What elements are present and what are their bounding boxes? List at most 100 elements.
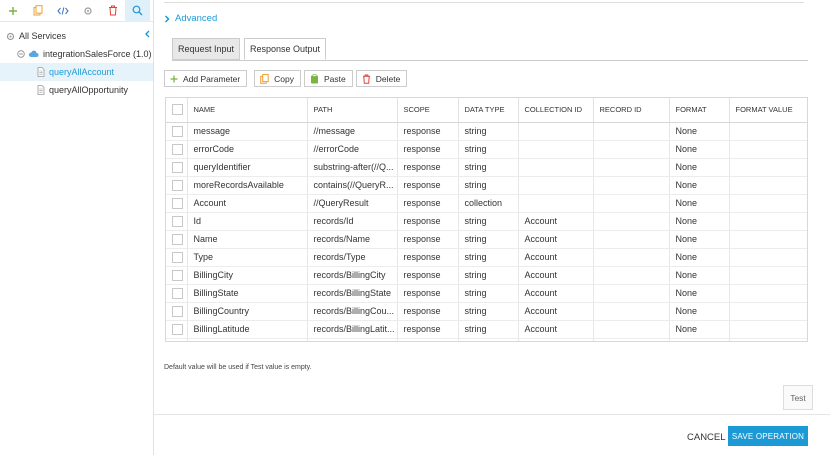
table-cell[interactable]: string bbox=[458, 230, 519, 249]
table-cell[interactable] bbox=[669, 338, 730, 341]
table-cell[interactable]: records/BillingCity bbox=[307, 266, 398, 285]
save-operation-button[interactable]: SAVE OPERATION bbox=[728, 426, 808, 446]
row-checkbox[interactable] bbox=[172, 161, 183, 173]
delete-button[interactable]: Delete bbox=[355, 70, 408, 87]
table-cell[interactable]: None bbox=[669, 158, 730, 177]
table-cell[interactable] bbox=[518, 140, 594, 159]
tab-response-output[interactable]: Response Output bbox=[244, 38, 326, 60]
row-checkbox[interactable] bbox=[172, 125, 183, 137]
table-cell[interactable] bbox=[593, 266, 670, 285]
table-cell[interactable] bbox=[593, 248, 670, 267]
code-button[interactable] bbox=[50, 0, 75, 22]
table-cell[interactable]: None bbox=[669, 248, 730, 267]
table-cell[interactable]: BillingLatitude bbox=[187, 320, 308, 339]
table-cell[interactable]: Account bbox=[187, 194, 308, 213]
table-cell[interactable] bbox=[307, 338, 398, 341]
table-row[interactable]: Account//QueryResult response collection No… bbox=[166, 194, 807, 213]
table-cell[interactable]: string bbox=[458, 284, 519, 303]
table-cell[interactable]: records/BillingLatit... bbox=[307, 320, 398, 339]
table-cell[interactable] bbox=[593, 194, 670, 213]
row-checkbox[interactable] bbox=[172, 179, 183, 191]
table-row[interactable]: BillingState records/BillingState response… bbox=[166, 284, 807, 303]
search-button[interactable] bbox=[125, 0, 150, 22]
table-cell[interactable]: string bbox=[458, 140, 519, 159]
row-checkbox[interactable] bbox=[172, 269, 183, 281]
table-cell[interactable]: Account bbox=[518, 248, 594, 267]
table-cell[interactable]: records/BillingState bbox=[307, 284, 398, 303]
table-cell[interactable]: None bbox=[669, 230, 730, 249]
tree-item-all-services[interactable]: All Services bbox=[0, 27, 153, 45]
table-row[interactable]: message//message response string None bbox=[166, 122, 807, 141]
table-cell[interactable]: Type bbox=[187, 248, 308, 267]
table-cell[interactable]: response bbox=[397, 320, 459, 339]
column-header[interactable]: COLLECTION ID bbox=[518, 98, 594, 123]
select-all-checkbox[interactable] bbox=[172, 104, 183, 116]
copy-button[interactable] bbox=[25, 0, 50, 22]
table-cell[interactable]: records/Type bbox=[307, 248, 398, 267]
advanced-toggle[interactable]: Advanced bbox=[164, 13, 217, 24]
table-cell[interactable]: string bbox=[458, 248, 519, 267]
table-cell[interactable]: records/Id bbox=[307, 212, 398, 231]
table-cell[interactable] bbox=[593, 320, 670, 339]
table-cell[interactable] bbox=[729, 230, 807, 249]
table-cell[interactable] bbox=[729, 284, 807, 303]
table-cell[interactable]: string bbox=[458, 176, 519, 195]
collapse-sidebar-button[interactable] bbox=[144, 30, 151, 40]
row-checkbox[interactable] bbox=[172, 233, 183, 245]
table-cell[interactable] bbox=[187, 338, 308, 341]
table-cell[interactable] bbox=[397, 338, 459, 341]
table-cell[interactable] bbox=[729, 302, 807, 321]
table-cell[interactable]: BillingCity bbox=[187, 266, 308, 285]
table-cell[interactable]: records/BillingCou... bbox=[307, 302, 398, 321]
column-header[interactable]: PATH bbox=[307, 98, 398, 123]
table-cell[interactable] bbox=[518, 194, 594, 213]
table-cell[interactable]: Id bbox=[187, 212, 308, 231]
column-header[interactable]: FORMAT bbox=[669, 98, 730, 123]
row-checkbox[interactable] bbox=[172, 287, 183, 299]
table-cell[interactable]: moreRecordsAvailable bbox=[187, 176, 308, 195]
table-cell[interactable] bbox=[729, 320, 807, 339]
tree-item-integration-salesforce[interactable]: integrationSalesForce (1.0) bbox=[0, 45, 153, 63]
table-cell[interactable] bbox=[729, 176, 807, 195]
table-cell[interactable]: collection bbox=[458, 194, 519, 213]
table-cell[interactable]: response bbox=[397, 122, 459, 141]
table-cell[interactable]: string bbox=[458, 266, 519, 285]
table-cell[interactable]: string bbox=[458, 302, 519, 321]
table-cell[interactable]: None bbox=[669, 122, 730, 141]
table-cell[interactable] bbox=[729, 212, 807, 231]
table-cell[interactable]: None bbox=[669, 320, 730, 339]
paste-button[interactable]: Paste bbox=[304, 70, 353, 87]
table-cell[interactable]: Name bbox=[187, 230, 308, 249]
table-cell[interactable] bbox=[593, 176, 670, 195]
copy-button[interactable]: Copy bbox=[254, 70, 302, 87]
table-cell[interactable]: string bbox=[458, 122, 519, 141]
table-cell[interactable]: queryIdentifier bbox=[187, 158, 308, 177]
table-cell[interactable]: string bbox=[458, 320, 519, 339]
test-button[interactable]: Test bbox=[783, 385, 813, 410]
table-cell[interactable]: contains(//QueryR... bbox=[307, 176, 398, 195]
table-cell[interactable]: response bbox=[397, 158, 459, 177]
row-checkbox[interactable] bbox=[172, 143, 183, 155]
table-row[interactable] bbox=[166, 338, 807, 341]
table-cell[interactable]: None bbox=[669, 266, 730, 285]
table-cell[interactable]: message bbox=[187, 122, 308, 141]
table-cell[interactable] bbox=[729, 158, 807, 177]
table-cell[interactable]: //QueryResult bbox=[307, 194, 398, 213]
table-cell[interactable] bbox=[729, 338, 807, 341]
column-header[interactable]: FORMAT VALUE bbox=[729, 98, 807, 123]
row-checkbox[interactable] bbox=[172, 197, 183, 209]
table-cell[interactable] bbox=[729, 194, 807, 213]
table-cell[interactable]: response bbox=[397, 248, 459, 267]
table-cell[interactable]: response bbox=[397, 212, 459, 231]
table-row[interactable]: Type records/Type response string Account Non… bbox=[166, 248, 807, 267]
column-header[interactable]: RECORD ID bbox=[593, 98, 670, 123]
table-row[interactable]: errorCode//errorCode response string None bbox=[166, 140, 807, 159]
table-cell[interactable]: Account bbox=[518, 266, 594, 285]
table-row[interactable]: Name records/Name response string Account Non… bbox=[166, 230, 807, 249]
row-checkbox[interactable] bbox=[172, 305, 183, 317]
table-cell[interactable] bbox=[458, 338, 519, 341]
table-cell[interactable] bbox=[518, 122, 594, 141]
delete-button[interactable] bbox=[100, 0, 125, 22]
table-cell[interactable] bbox=[593, 140, 670, 159]
table-cell[interactable]: response bbox=[397, 266, 459, 285]
